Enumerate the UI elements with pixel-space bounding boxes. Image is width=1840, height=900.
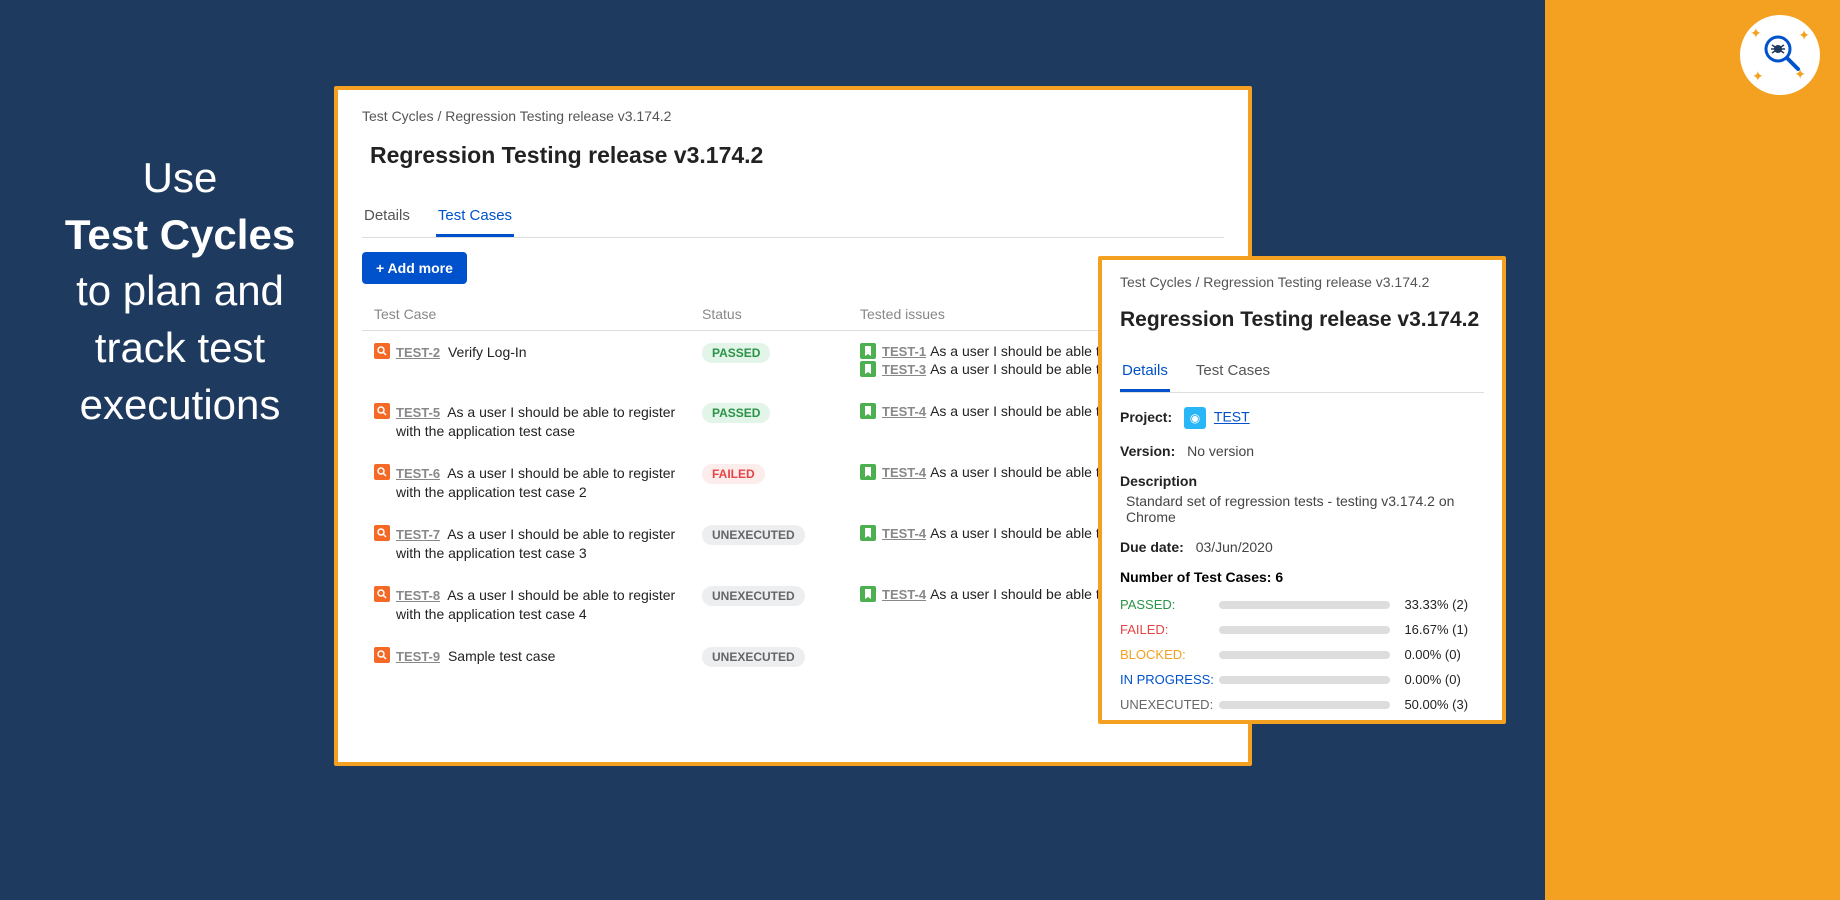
story-icon	[860, 586, 876, 602]
test-count-label: Number of Test Cases: 6	[1120, 569, 1484, 585]
issue-key[interactable]: TEST-3	[882, 362, 926, 377]
issue-key[interactable]: TEST-1	[882, 344, 926, 359]
stat-row-failed: FAILED: 16.67% (1)	[1120, 622, 1484, 637]
progress-bar	[1219, 626, 1390, 634]
story-icon	[860, 343, 876, 359]
progress-bar	[1219, 651, 1390, 659]
stat-row-passed: PASSED: 33.33% (2)	[1120, 597, 1484, 612]
project-link[interactable]: TEST	[1214, 409, 1250, 425]
breadcrumb-current: Regression Testing release v3.174.2	[445, 108, 671, 124]
table-row: TEST-7 As a user I should be able to reg…	[362, 513, 1224, 574]
project-avatar-icon: ◉	[1184, 407, 1206, 429]
test-case-icon	[374, 586, 390, 602]
stat-value: 0.00% (0)	[1404, 672, 1484, 687]
test-case-icon	[374, 647, 390, 663]
tab-test-cases[interactable]: Test Cases	[436, 201, 514, 237]
test-case-key[interactable]: TEST-8	[396, 588, 440, 603]
status-badge[interactable]: PASSED	[702, 343, 770, 363]
progress-bar	[1219, 601, 1390, 609]
version-value: No version	[1187, 443, 1254, 459]
breadcrumb-current: Regression Testing release v3.174.2	[1203, 274, 1429, 290]
issue-key[interactable]: TEST-4	[882, 587, 926, 602]
stat-row-blocked: BLOCKED: 0.00% (0)	[1120, 647, 1484, 662]
version-field: Version: No version	[1120, 443, 1484, 459]
page-title: Regression Testing release v3.174.2	[370, 142, 1224, 169]
status-badge[interactable]: UNEXECUTED	[702, 586, 805, 606]
col-header-status: Status	[702, 306, 860, 322]
issue-key[interactable]: TEST-4	[882, 404, 926, 419]
page-title: Regression Testing release v3.174.2	[1120, 308, 1484, 332]
issue-key[interactable]: TEST-4	[882, 526, 926, 541]
add-more-button[interactable]: + Add more	[362, 252, 467, 284]
description-value: Standard set of regression tests - testi…	[1120, 493, 1484, 525]
stat-row-unexecuted: UNEXECUTED: 50.00% (3)	[1120, 697, 1484, 712]
version-label: Version:	[1120, 443, 1175, 459]
breadcrumb: Test Cycles / Regression Testing release…	[362, 108, 1224, 124]
test-case-icon	[374, 343, 390, 359]
stat-label: IN PROGRESS:	[1120, 672, 1219, 687]
tab-details[interactable]: Details	[1120, 356, 1170, 392]
status-badge[interactable]: UNEXECUTED	[702, 525, 805, 545]
stat-label: UNEXECUTED:	[1120, 697, 1219, 712]
tab-details[interactable]: Details	[362, 201, 412, 237]
stat-value: 0.00% (0)	[1404, 647, 1484, 662]
progress-bar	[1219, 676, 1390, 684]
due-date-field: Due date: 03/Jun/2020	[1120, 539, 1484, 555]
tab-test-cases[interactable]: Test Cases	[1194, 356, 1272, 392]
table-row: TEST-8 As a user I should be able to reg…	[362, 574, 1224, 635]
sparkle-icon: ✦	[1750, 25, 1762, 42]
table-row: TEST-9 Sample test case UNEXECUTED	[362, 635, 1224, 679]
story-icon	[860, 403, 876, 419]
test-case-key[interactable]: TEST-6	[396, 466, 440, 481]
tabs: Details Test Cases	[1120, 356, 1484, 393]
table-row: TEST-5 As a user I should be able to reg…	[362, 391, 1224, 452]
status-badge[interactable]: PASSED	[702, 403, 770, 423]
description-field: Description Standard set of regression t…	[1120, 473, 1484, 525]
breadcrumb: Test Cycles / Regression Testing release…	[1120, 274, 1484, 290]
project-label: Project:	[1120, 409, 1172, 425]
test-case-key[interactable]: TEST-2	[396, 345, 440, 360]
story-icon	[860, 464, 876, 480]
sparkle-icon: ✦	[1798, 27, 1810, 44]
sparkle-icon: ✦	[1794, 66, 1806, 83]
app-logo: ✦ ✦ ✦ ✦	[1740, 15, 1820, 95]
story-icon	[860, 525, 876, 541]
breadcrumb-root[interactable]: Test Cycles	[1120, 274, 1192, 290]
accent-bar	[1545, 0, 1840, 900]
table-row: TEST-6 As a user I should be able to reg…	[362, 452, 1224, 513]
col-header-testcase: Test Case	[362, 306, 702, 322]
sparkle-icon: ✦	[1752, 68, 1764, 85]
progress-bar	[1219, 701, 1390, 709]
story-icon	[860, 361, 876, 377]
stat-label: PASSED:	[1120, 597, 1219, 612]
project-field: Project: ◉ TEST	[1120, 407, 1484, 429]
test-case-key[interactable]: TEST-7	[396, 527, 440, 542]
test-case-key[interactable]: TEST-9	[396, 649, 440, 664]
stat-value: 50.00% (3)	[1404, 697, 1484, 712]
test-case-title: Verify Log-In	[448, 344, 527, 360]
test-case-key[interactable]: TEST-5	[396, 405, 440, 420]
issue-key[interactable]: TEST-4	[882, 465, 926, 480]
test-case-icon	[374, 525, 390, 541]
tabs: Details Test Cases	[362, 201, 1224, 238]
due-date-label: Due date:	[1120, 539, 1184, 555]
table-header: Test Case Status Tested issues	[362, 298, 1224, 331]
due-date-value: 03/Jun/2020	[1196, 539, 1273, 555]
test-case-icon	[374, 464, 390, 480]
stat-value: 33.33% (2)	[1404, 597, 1484, 612]
details-panel: Test Cycles / Regression Testing release…	[1098, 256, 1506, 724]
table-row: TEST-2 Verify Log-InPASSEDTEST-1As a use…	[362, 331, 1224, 391]
status-badge[interactable]: FAILED	[702, 464, 765, 484]
status-badge[interactable]: UNEXECUTED	[702, 647, 805, 667]
stat-label: FAILED:	[1120, 622, 1219, 637]
test-case-icon	[374, 403, 390, 419]
stat-value: 16.67% (1)	[1404, 622, 1484, 637]
breadcrumb-root[interactable]: Test Cycles	[362, 108, 434, 124]
stat-label: BLOCKED:	[1120, 647, 1219, 662]
stat-row-inprogress: IN PROGRESS: 0.00% (0)	[1120, 672, 1484, 687]
description-label: Description	[1120, 473, 1476, 489]
test-case-title: Sample test case	[448, 648, 555, 664]
promo-headline: Use Test Cycles to plan and track test e…	[30, 150, 330, 433]
